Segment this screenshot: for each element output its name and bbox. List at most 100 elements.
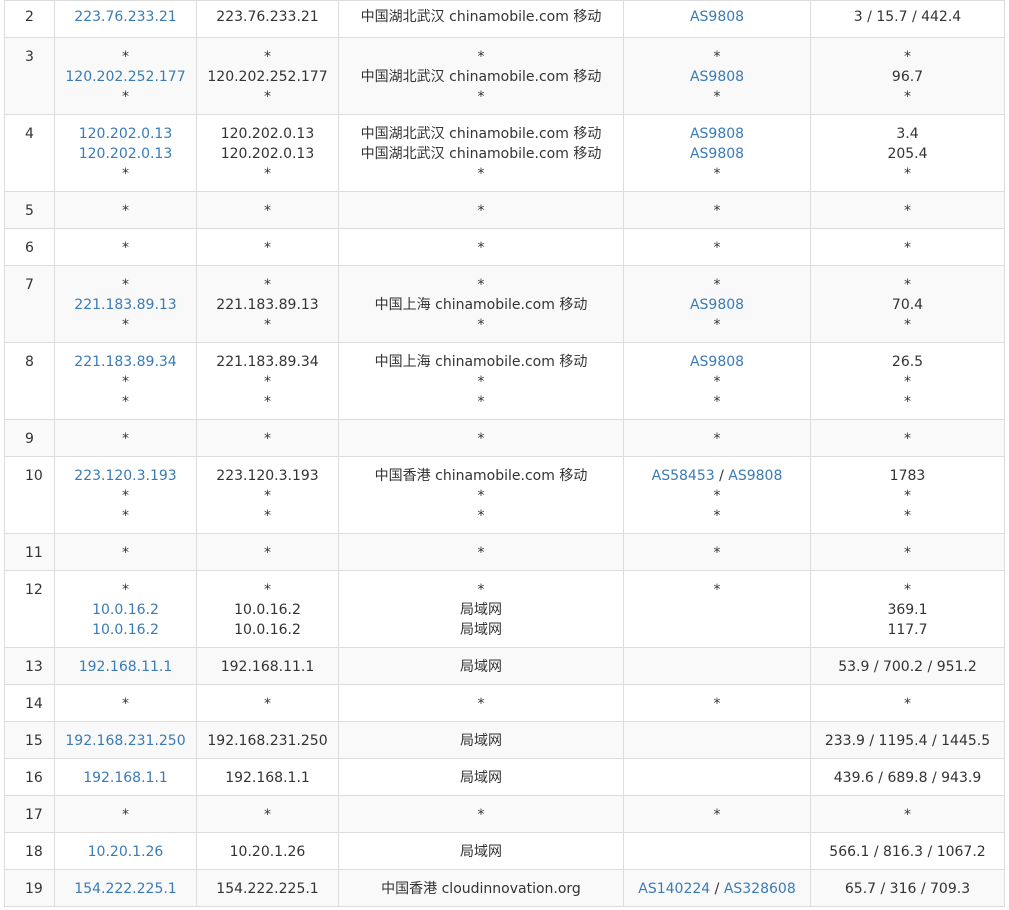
hop-cell: 11 xyxy=(4,533,55,571)
location-cell: * xyxy=(338,795,624,833)
as-link[interactable]: AS9808 xyxy=(690,146,744,162)
hostname-cell: * xyxy=(196,191,339,229)
ip-link[interactable]: 221.183.89.13 xyxy=(56,295,196,315)
as-line: AS58453 / AS9808 xyxy=(625,466,810,486)
as-cell: * xyxy=(623,228,811,266)
ip-link[interactable]: 192.168.11.1 xyxy=(56,657,196,677)
latency-cell: * 369.1 117.7 xyxy=(810,570,1005,648)
hop-number: 7 xyxy=(25,277,34,293)
table-row: 19 154.222.225.1 154.222.225.1 中国香港 cloudin… xyxy=(4,869,1005,907)
hostname-text: * xyxy=(264,49,271,65)
ip-placeholder: * xyxy=(122,488,129,504)
as-placeholder: * xyxy=(713,696,721,712)
hostname-cell: 10.20.1.26 xyxy=(196,832,339,870)
hostname-text: * xyxy=(264,89,271,105)
table-row: 11 * * * * * xyxy=(4,533,1005,571)
ip-link[interactable]: 120.202.0.13 xyxy=(56,144,196,164)
as-link[interactable]: AS9808 xyxy=(690,297,744,313)
hostname-cell: * xyxy=(196,228,339,266)
hostname-text: 154.222.225.1 xyxy=(216,881,319,897)
ip-placeholder: * xyxy=(122,545,129,561)
ip-cell: 192.168.231.250 xyxy=(54,721,197,759)
location-cell: * xyxy=(338,684,624,722)
location-text: * xyxy=(477,394,485,410)
latency-text: * xyxy=(904,203,911,219)
as-link[interactable]: AS140224 xyxy=(638,881,710,897)
hop-cell: 5 xyxy=(4,191,55,229)
location-text: * xyxy=(477,582,485,598)
table-row: 9 * * * * * xyxy=(4,419,1005,457)
as-link[interactable]: AS328608 xyxy=(724,881,796,897)
location-text: 局域网 xyxy=(460,602,502,618)
ip-link[interactable]: 10.0.16.2 xyxy=(56,600,196,620)
hop-cell: 10 xyxy=(4,456,55,534)
location-text: 中国上海 chinamobile.com 移动 xyxy=(374,354,588,370)
ip-cell: * xyxy=(54,684,197,722)
ip-link[interactable]: 10.0.16.2 xyxy=(56,620,196,640)
table-row: 16 192.168.1.1 192.168.1.1 局域网 439.6 / 689.8… xyxy=(4,758,1005,796)
as-line: * xyxy=(625,805,810,825)
latency-cell: 3 / 15.7 / 442.4 xyxy=(810,0,1005,38)
hostname-text: 223.76.233.21 xyxy=(216,9,319,25)
as-cell: * xyxy=(623,191,811,229)
latency-cell: * xyxy=(810,419,1005,457)
hostname-text: * xyxy=(264,545,271,561)
ip-link[interactable]: 223.120.3.193 xyxy=(56,466,196,486)
ip-cell: 223.120.3.193 * * xyxy=(54,456,197,534)
hop-cell: 14 xyxy=(4,684,55,722)
ip-link[interactable]: 120.202.252.177 xyxy=(56,67,196,87)
as-line: AS9808 xyxy=(625,67,810,87)
latency-text: * xyxy=(904,696,911,712)
hostname-cell: * 10.0.16.2 10.0.16.2 xyxy=(196,570,339,648)
ip-link[interactable]: 221.183.89.34 xyxy=(56,352,196,372)
location-text: * xyxy=(477,807,485,823)
latency-cell: * 70.4 * xyxy=(810,265,1005,343)
latency-text: 233.9 / 1195.4 / 1445.5 xyxy=(824,733,991,749)
ip-placeholder: * xyxy=(122,49,129,65)
traceroute-table: 2 223.76.233.21 223.76.233.21 中国湖北武汉 chinam… xyxy=(4,0,1005,907)
ip-cell: * 10.0.16.2 10.0.16.2 xyxy=(54,570,197,648)
as-line: * xyxy=(625,506,810,526)
latency-cell: 233.9 / 1195.4 / 1445.5 xyxy=(810,721,1005,759)
location-cell: * 局域网 局域网 xyxy=(338,570,624,648)
hop-cell: 17 xyxy=(4,795,55,833)
latency-cell: * xyxy=(810,533,1005,571)
as-placeholder: * xyxy=(713,807,721,823)
hostname-cell: 223.76.233.21 xyxy=(196,0,339,38)
as-link[interactable]: AS9808 xyxy=(690,69,744,85)
location-text: 局域网 xyxy=(460,622,502,638)
ip-link[interactable]: 192.168.231.250 xyxy=(56,731,196,751)
hop-number: 8 xyxy=(25,354,34,370)
hostname-text: * xyxy=(264,394,271,410)
latency-text: * xyxy=(904,49,911,65)
hostname-cell: 221.183.89.34 * * xyxy=(196,342,339,420)
as-line: AS9808 xyxy=(625,295,810,315)
as-separator: / xyxy=(714,468,729,484)
as-link[interactable]: AS9808 xyxy=(690,126,744,142)
as-link[interactable]: AS9808 xyxy=(728,468,782,484)
latency-text: 26.5 xyxy=(891,354,924,370)
ip-link[interactable]: 223.76.233.21 xyxy=(56,7,196,27)
location-text: 中国上海 chinamobile.com 移动 xyxy=(374,297,588,313)
hostname-text: * xyxy=(264,508,271,524)
ip-link[interactable]: 154.222.225.1 xyxy=(56,879,196,899)
as-link[interactable]: AS9808 xyxy=(690,9,744,25)
as-cell: AS140224 / AS328608 xyxy=(623,869,811,907)
latency-cell: 566.1 / 816.3 / 1067.2 xyxy=(810,832,1005,870)
as-placeholder: * xyxy=(713,49,721,65)
latency-text: * xyxy=(904,582,911,598)
latency-text: 53.9 / 700.2 / 951.2 xyxy=(838,659,977,675)
ip-cell: * xyxy=(54,228,197,266)
hostname-text: * xyxy=(264,317,271,333)
as-link[interactable]: AS58453 xyxy=(652,468,715,484)
latency-cell: 1783 * * xyxy=(810,456,1005,534)
latency-text: 70.4 xyxy=(891,297,924,313)
as-link[interactable]: AS9808 xyxy=(690,354,744,370)
ip-link[interactable]: 192.168.1.1 xyxy=(56,768,196,788)
ip-link[interactable]: 10.20.1.26 xyxy=(56,842,196,862)
ip-link[interactable]: 120.202.0.13 xyxy=(56,124,196,144)
location-text: * xyxy=(477,277,485,293)
table-row: 6 * * * * * xyxy=(4,228,1005,266)
location-text: * xyxy=(477,49,485,65)
location-text: * xyxy=(477,488,485,504)
